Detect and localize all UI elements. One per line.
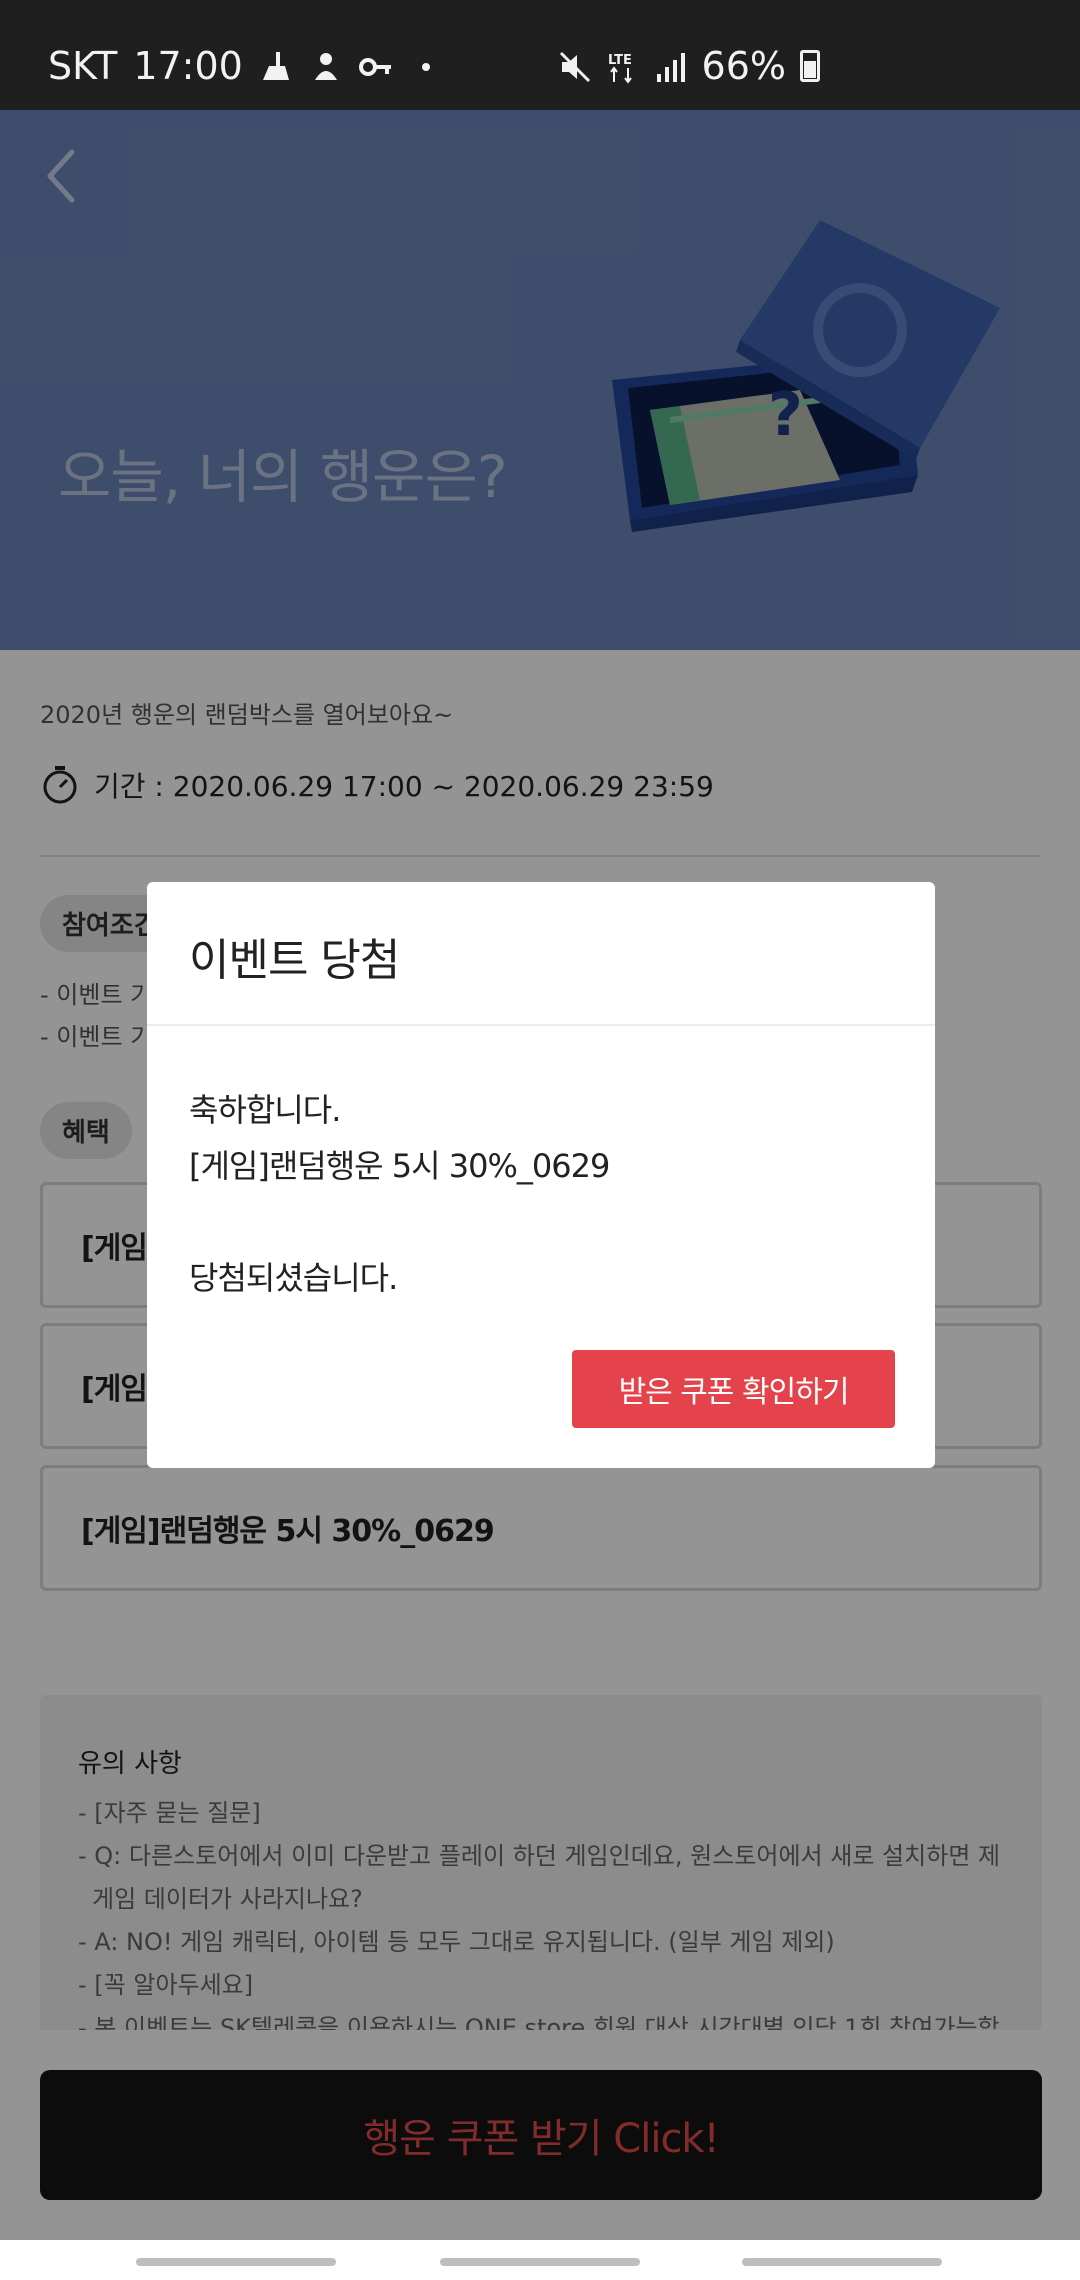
cleaner-icon — [259, 49, 293, 83]
status-bar: SKT 17:00 LTE 66% — [0, 0, 1080, 110]
svg-text:LTE: LTE — [608, 53, 632, 68]
view-coupon-button[interactable]: 받은 쿠폰 확인하기 — [572, 1350, 895, 1428]
key-icon — [358, 49, 393, 83]
navigation-bar — [0, 2240, 1080, 2280]
carrier-label: SKT — [48, 44, 118, 88]
prize-win-dialog: 이벤트 당첨 축하합니다. [게임]랜덤행운 5시 30%_0629 당첨되셨습… — [147, 882, 935, 1468]
dialog-message: 축하합니다. [게임]랜덤행운 5시 30%_0629 당첨되셨습니다. — [189, 1082, 610, 1306]
person-icon — [309, 49, 343, 83]
lte-icon: LTE — [606, 49, 640, 84]
dialog-message-line: 축하합니다. — [189, 1091, 341, 1129]
dialog-message-line: 당첨되셨습니다. — [189, 1259, 398, 1297]
signal-icon — [654, 49, 688, 83]
dialog-message-line: [게임]랜덤행운 5시 30%_0629 — [189, 1147, 610, 1185]
nav-back[interactable] — [742, 2258, 942, 2266]
battery-icon — [800, 50, 820, 82]
nav-home[interactable] — [440, 2258, 640, 2266]
battery-percent: 66% — [701, 44, 786, 88]
dialog-divider — [147, 1024, 935, 1026]
clock: 17:00 — [133, 44, 243, 88]
dot-icon — [409, 49, 443, 83]
dialog-title: 이벤트 당첨 — [189, 935, 400, 986]
nav-recent-apps[interactable] — [136, 2258, 336, 2266]
mute-icon — [558, 49, 592, 83]
